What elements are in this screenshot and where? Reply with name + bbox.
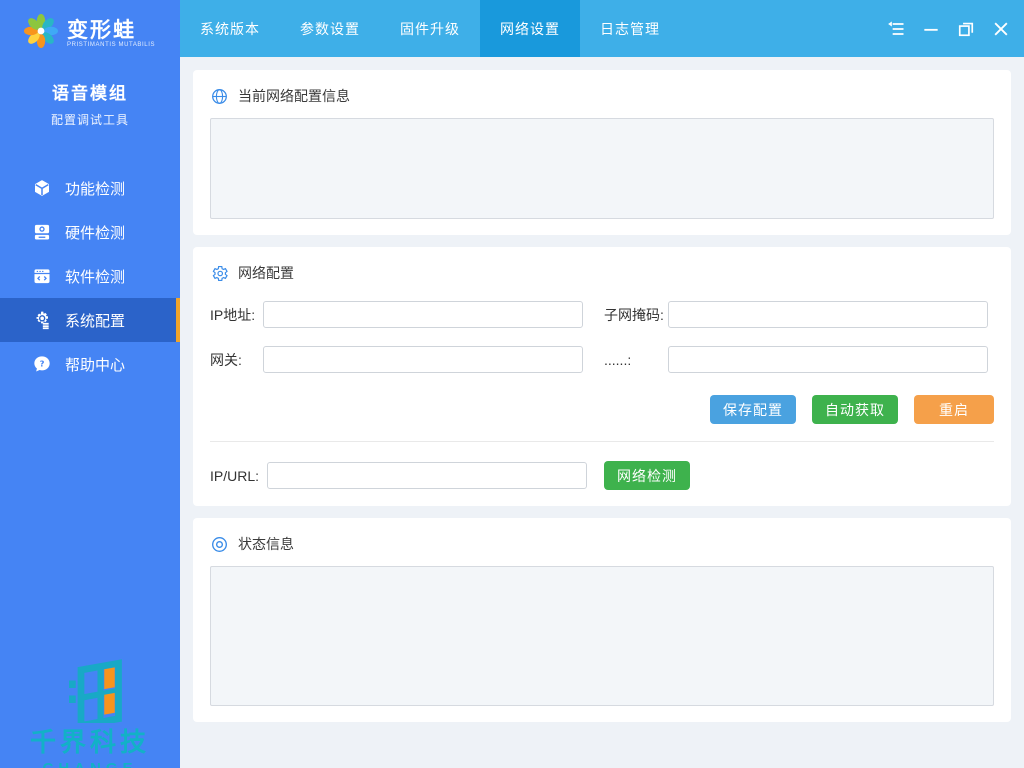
- status-info-card: 状态信息: [193, 518, 1011, 722]
- vendor-slogan: —CHANGE—: [0, 761, 180, 768]
- help-icon: ?: [32, 354, 52, 374]
- ip-url-input[interactable]: [267, 462, 587, 489]
- brand-name: 变形蛙: [67, 20, 155, 42]
- sidebar-item-label: 帮助中心: [65, 354, 125, 375]
- gateway-input[interactable]: [263, 346, 583, 373]
- dns-placeholder-label: ......:: [604, 352, 668, 368]
- gear-icon: [210, 264, 229, 283]
- gear-icon: [32, 310, 52, 330]
- subnet-mask-label: 子网掩码:: [604, 305, 668, 325]
- topbar: 系统版本 参数设置 固件升级 网络设置 日志管理: [180, 0, 1024, 57]
- tab-firmware-upgrade[interactable]: 固件升级: [380, 0, 480, 57]
- close-icon: [991, 19, 1011, 39]
- sidebar-item-software-test[interactable]: 软件检测: [0, 254, 180, 298]
- sidebar-item-label: 系统配置: [65, 310, 125, 331]
- globe-icon: [210, 87, 229, 106]
- section-title: 状态信息: [238, 534, 294, 554]
- brand-subtitle: PRISTIMANTIS MUTABILIS: [67, 42, 155, 48]
- network-config-card: 网络配置 IP地址: 子网掩码: 网关: ......: 保存配置 自动获取 重…: [193, 247, 1011, 506]
- tab-system-version[interactable]: 系统版本: [180, 0, 280, 57]
- save-config-button[interactable]: 保存配置: [710, 395, 796, 424]
- minimize-button[interactable]: [920, 18, 942, 40]
- vendor-watermark: 千界科技 —CHANGE—: [0, 659, 180, 768]
- window-controls: [885, 0, 1012, 57]
- section-title: 当前网络配置信息: [238, 86, 350, 106]
- brand-logo: 变形蛙 PRISTIMANTIS MUTABILIS: [0, 0, 180, 55]
- current-network-info-panel: [210, 118, 994, 219]
- sidebar-item-label: 硬件检测: [65, 222, 125, 243]
- auto-obtain-button[interactable]: 自动获取: [812, 395, 898, 424]
- maximize-icon: [956, 19, 976, 39]
- hardware-icon: [32, 222, 52, 242]
- close-button[interactable]: [990, 18, 1012, 40]
- sidebar-item-label: 软件检测: [65, 266, 125, 287]
- minimize-icon: [921, 19, 941, 39]
- target-icon: [210, 535, 229, 554]
- sidebar-menu: 功能检测 硬件检测 软件检测: [0, 166, 180, 386]
- module-title: 语音模组: [0, 79, 180, 104]
- section-title: 网络配置: [238, 263, 294, 283]
- ip-address-input[interactable]: [263, 301, 583, 328]
- restart-button[interactable]: 重启: [914, 395, 994, 424]
- sidebar-item-hardware-test[interactable]: 硬件检测: [0, 210, 180, 254]
- sidebar-item-label: 功能检测: [65, 178, 125, 199]
- ip-url-label: IP/URL:: [210, 468, 267, 484]
- ip-address-label: IP地址:: [210, 305, 263, 325]
- module-title-block: 语音模组 配置调试工具: [0, 79, 180, 128]
- sidebar-item-help-center[interactable]: ? 帮助中心: [0, 342, 180, 386]
- svg-text:?: ?: [40, 358, 45, 368]
- dns-input[interactable]: [668, 346, 988, 373]
- sidebar-item-system-config[interactable]: 系统配置: [0, 298, 180, 342]
- vendor-name: 千界科技: [0, 729, 180, 755]
- vendor-logo-icon: [54, 659, 126, 723]
- maximize-button[interactable]: [955, 18, 977, 40]
- status-info-panel: [210, 566, 994, 706]
- module-subtitle: 配置调试工具: [0, 111, 180, 128]
- tab-network-settings[interactable]: 网络设置: [480, 0, 580, 57]
- sidebar: 变形蛙 PRISTIMANTIS MUTABILIS 语音模组 配置调试工具 功…: [0, 0, 180, 768]
- divider: [210, 441, 994, 442]
- subnet-mask-input[interactable]: [668, 301, 988, 328]
- tab-parameter-settings[interactable]: 参数设置: [280, 0, 380, 57]
- cube-icon: [32, 178, 52, 198]
- flower-logo-icon: [22, 12, 60, 55]
- network-detect-button[interactable]: 网络检测: [604, 461, 690, 490]
- current-network-info-card: 当前网络配置信息: [193, 70, 1011, 235]
- code-window-icon: [32, 266, 52, 286]
- tab-log-management[interactable]: 日志管理: [580, 0, 680, 57]
- sidebar-item-function-test[interactable]: 功能检测: [0, 166, 180, 210]
- gateway-label: 网关:: [210, 350, 263, 370]
- sidebar-toggle-button[interactable]: [885, 18, 907, 40]
- sidebar-toggle-icon: [886, 19, 906, 39]
- main-content: 当前网络配置信息 网络配置 IP地址: 子网掩码: 网关: ......:: [180, 57, 1024, 768]
